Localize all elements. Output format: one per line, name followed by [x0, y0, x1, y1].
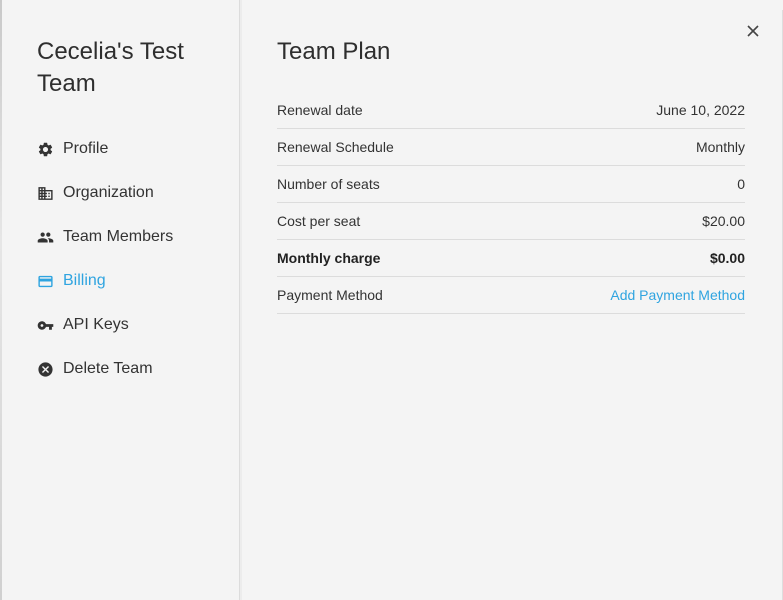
detail-value: June 10, 2022 — [656, 102, 745, 118]
sidebar-item-label: Billing — [63, 272, 106, 289]
team-settings-modal: Cecelia's Test Team Profile Organization… — [0, 0, 783, 600]
page-title: Team Plan — [277, 38, 391, 65]
close-button[interactable] — [745, 23, 761, 39]
key-icon — [37, 317, 54, 334]
sidebar-nav: Profile Organization Team Members Billin… — [37, 127, 173, 391]
detail-label: Renewal Schedule — [277, 139, 394, 155]
sidebar-item-api-keys[interactable]: API Keys — [37, 303, 173, 347]
sidebar-item-profile[interactable]: Profile — [37, 127, 173, 171]
add-payment-method-link[interactable]: Add Payment Method — [610, 287, 745, 303]
detail-value: Monthly — [695, 139, 745, 155]
detail-row-payment-method: Payment Method Add Payment Method — [277, 277, 745, 314]
building-icon — [37, 185, 54, 202]
team-name: Cecelia's Test Team — [37, 38, 184, 97]
sidebar-item-label: Profile — [63, 140, 109, 157]
credit-card-icon — [37, 273, 54, 290]
people-icon — [37, 229, 54, 246]
sidebar-item-label: Delete Team — [63, 360, 153, 377]
close-icon — [745, 25, 761, 43]
detail-row-cost-per-seat: Cost per seat $20.00 — [277, 203, 745, 240]
sidebar-item-billing[interactable]: Billing — [37, 259, 173, 303]
detail-row-number-of-seats: Number of seats 0 — [277, 166, 745, 203]
detail-value: $20.00 — [702, 213, 745, 229]
detail-value: 0 — [737, 176, 745, 192]
detail-label: Renewal date — [277, 102, 363, 118]
plan-details: Renewal date June 10, 2022 Renewal Sched… — [277, 92, 745, 314]
sidebar-item-label: Organization — [63, 184, 154, 201]
detail-label: Payment Method — [277, 287, 383, 303]
detail-row-renewal-schedule: Renewal Schedule Monthly — [277, 129, 745, 166]
sidebar: Cecelia's Test Team Profile Organization… — [0, 0, 242, 600]
detail-row-renewal-date: Renewal date June 10, 2022 — [277, 92, 745, 129]
sidebar-item-label: API Keys — [63, 316, 129, 333]
detail-label: Cost per seat — [277, 213, 361, 229]
cancel-circle-icon — [37, 361, 54, 378]
detail-label: Monthly charge — [277, 250, 381, 266]
detail-row-monthly-charge: Monthly charge $0.00 — [277, 240, 745, 277]
detail-label: Number of seats — [277, 176, 380, 192]
gear-icon — [37, 141, 54, 158]
detail-value: $0.00 — [709, 250, 745, 266]
sidebar-item-delete-team[interactable]: Delete Team — [37, 347, 173, 391]
sidebar-item-team-members[interactable]: Team Members — [37, 215, 173, 259]
sidebar-item-label: Team Members — [63, 228, 174, 245]
sidebar-item-organization[interactable]: Organization — [37, 171, 173, 215]
